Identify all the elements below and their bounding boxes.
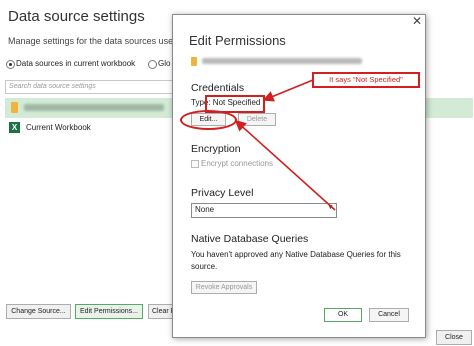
change-source-button[interactable]: Change Source... <box>6 304 71 319</box>
radio-global-label[interactable]: Glo <box>158 59 170 68</box>
database-icon <box>11 102 18 113</box>
ok-button[interactable]: OK <box>324 308 362 322</box>
database-icon <box>191 57 197 66</box>
annotation-callout: It says "Not Specified" <box>312 72 420 88</box>
revoke-approvals-button[interactable]: Revoke Approvals <box>191 281 257 294</box>
delete-credentials-button[interactable]: Delete <box>238 113 276 126</box>
edit-permissions-button[interactable]: Edit Permissions... <box>75 304 143 319</box>
radio-current-workbook-label[interactable]: Data sources in current workbook <box>16 59 135 68</box>
close-icon[interactable]: ✕ <box>411 14 423 28</box>
excel-icon: X <box>9 122 20 133</box>
data-source-row-current-workbook[interactable]: Current Workbook <box>26 123 91 132</box>
privacy-level-value[interactable]: None <box>195 205 214 214</box>
search-input[interactable]: Search data source settings <box>5 80 180 94</box>
blurred-source-path <box>24 104 164 111</box>
radio-current-workbook[interactable] <box>6 60 15 69</box>
cancel-button[interactable]: Cancel <box>369 308 409 322</box>
close-button[interactable]: Close <box>436 330 472 345</box>
chevron-down-icon[interactable]: ▼ <box>327 204 334 211</box>
credentials-heading: Credentials <box>191 82 245 94</box>
encrypt-connections-checkbox[interactable] <box>191 160 199 168</box>
privacy-level-heading: Privacy Level <box>191 187 254 199</box>
native-queries-description: You haven't approved any Native Database… <box>191 250 401 271</box>
radio-global-permissions[interactable] <box>148 60 157 69</box>
encryption-heading: Encryption <box>191 143 241 155</box>
window-title: Data source settings <box>8 8 145 25</box>
native-queries-heading: Native Database Queries <box>191 233 309 245</box>
window-description: Manage settings for the data sources use… <box>8 36 188 46</box>
blurred-source-path <box>202 58 362 64</box>
dialog-title: Edit Permissions <box>189 33 286 48</box>
encrypt-connections-label: Encrypt connections <box>201 159 274 168</box>
annotation-highlight-ellipse <box>180 110 237 130</box>
